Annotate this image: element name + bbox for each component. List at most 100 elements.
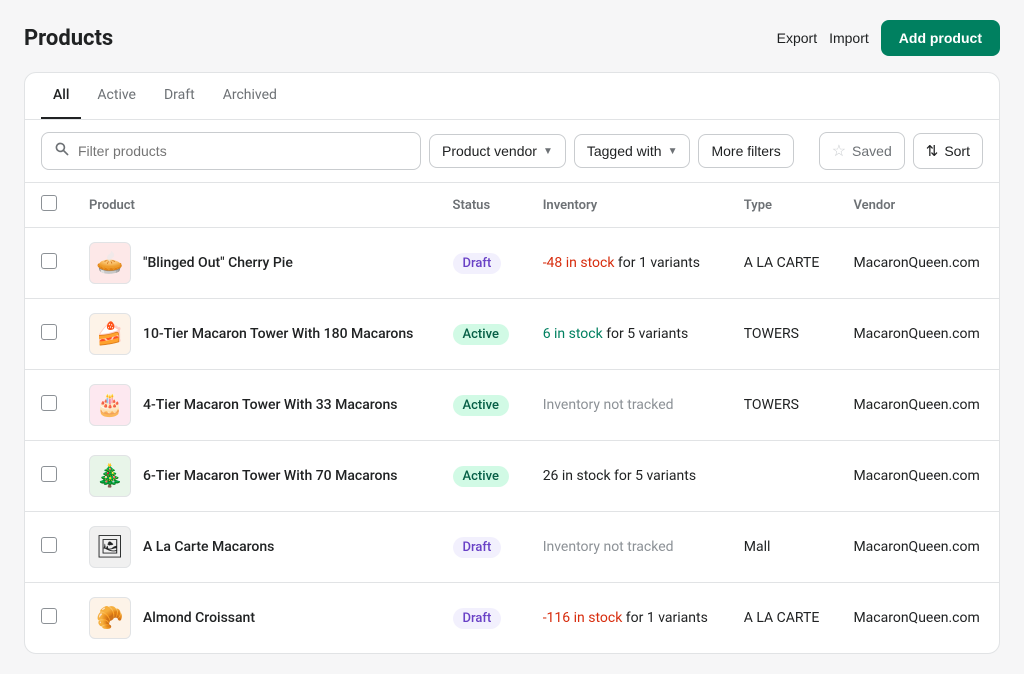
product-vendor: MacaronQueen.com	[853, 326, 979, 342]
product-cell: 🍰 10-Tier Macaron Tower With 180 Macaron…	[73, 299, 437, 370]
type-cell: Mall	[728, 512, 838, 583]
table-row: 🎄 6-Tier Macaron Tower With 70 Macarons …	[25, 441, 999, 512]
table-row: 🥧 "Blinged Out" Cherry Pie Draft-48 in s…	[25, 228, 999, 299]
row-checkbox[interactable]	[41, 253, 57, 269]
status-badge: Draft	[453, 537, 502, 558]
product-thumbnail: 🥐	[89, 597, 131, 639]
product-vendor: MacaronQueen.com	[853, 397, 979, 413]
filters-row: Product vendor ▼ Tagged with ▼ More filt…	[25, 120, 999, 183]
chevron-down-icon: ▼	[543, 146, 553, 157]
products-card: All Active Draft Archived Product vendor…	[24, 72, 1000, 654]
inventory-value: -116 in stock	[543, 610, 623, 626]
search-wrapper[interactable]	[41, 132, 421, 170]
status-badge: Active	[453, 324, 509, 345]
col-status: Status	[437, 183, 527, 228]
vendor-cell: MacaronQueen.com	[837, 299, 999, 370]
row-checkbox[interactable]	[41, 324, 57, 340]
inventory-suffix: for 1 variants	[614, 255, 699, 271]
type-cell: TOWERS	[728, 370, 838, 441]
row-checkbox-cell	[25, 228, 73, 299]
status-badge: Draft	[453, 253, 502, 274]
product-thumbnail: 🎄	[89, 455, 131, 497]
tabs-row: All Active Draft Archived	[25, 73, 999, 120]
type-cell: A LA CARTE	[728, 228, 838, 299]
status-cell: Active	[437, 299, 527, 370]
type-cell	[728, 441, 838, 512]
sort-button[interactable]: ⇅ Sort	[913, 133, 983, 169]
product-vendor: MacaronQueen.com	[853, 539, 979, 555]
inventory-value: 26 in stock for 5 variants	[543, 468, 696, 484]
col-product: Product	[73, 183, 437, 228]
product-thumbnail: 🍰	[89, 313, 131, 355]
add-product-button[interactable]: Add product	[881, 20, 1000, 56]
status-cell: Draft	[437, 228, 527, 299]
inventory-value: 6 in stock	[543, 326, 603, 342]
table-row: 🍰 10-Tier Macaron Tower With 180 Macaron…	[25, 299, 999, 370]
saved-button[interactable]: ☆ Saved	[819, 132, 905, 170]
product-type: Mall	[744, 539, 771, 555]
status-cell: Active	[437, 441, 527, 512]
status-badge: Active	[453, 395, 509, 416]
product-name[interactable]: 4-Tier Macaron Tower With 33 Macarons	[143, 397, 397, 413]
tab-draft[interactable]: Draft	[152, 73, 207, 119]
row-checkbox-cell	[25, 299, 73, 370]
select-all-header[interactable]	[25, 183, 73, 228]
vendor-cell: MacaronQueen.com	[837, 441, 999, 512]
vendor-cell: MacaronQueen.com	[837, 583, 999, 654]
row-checkbox-cell	[25, 512, 73, 583]
product-type: TOWERS	[744, 397, 799, 413]
row-checkbox[interactable]	[41, 395, 57, 411]
search-icon	[54, 141, 70, 161]
type-cell: TOWERS	[728, 299, 838, 370]
product-cell: 🎂 4-Tier Macaron Tower With 33 Macarons	[73, 370, 437, 441]
page-header: Products Export Import Add product	[24, 20, 1000, 56]
col-inventory: Inventory	[527, 183, 728, 228]
tagged-with-filter[interactable]: Tagged with ▼	[574, 134, 691, 168]
row-checkbox[interactable]	[41, 466, 57, 482]
product-name[interactable]: "Blinged Out" Cherry Pie	[143, 255, 293, 271]
chevron-down-icon: ▼	[668, 146, 678, 157]
product-name[interactable]: 6-Tier Macaron Tower With 70 Macarons	[143, 468, 397, 484]
product-name[interactable]: A La Carte Macarons	[143, 539, 274, 555]
product-thumbnail: 🎂	[89, 384, 131, 426]
select-all-checkbox[interactable]	[41, 195, 57, 211]
inventory-value: Inventory not tracked	[543, 539, 674, 555]
type-cell: A LA CARTE	[728, 583, 838, 654]
sort-icon: ⇅	[926, 142, 939, 160]
inventory-cell: 6 in stock for 5 variants	[527, 299, 728, 370]
row-checkbox-cell	[25, 441, 73, 512]
product-cell: 🎄 6-Tier Macaron Tower With 70 Macarons	[73, 441, 437, 512]
inventory-cell: -116 in stock for 1 variants	[527, 583, 728, 654]
products-table: Product Status Inventory Type Vendor 🥧 "…	[25, 183, 999, 653]
row-checkbox[interactable]	[41, 537, 57, 553]
product-cell: 🖼 A La Carte Macarons	[73, 512, 437, 583]
tab-archived[interactable]: Archived	[211, 73, 289, 119]
product-name[interactable]: 10-Tier Macaron Tower With 180 Macarons	[143, 326, 413, 342]
product-type: TOWERS	[744, 326, 799, 342]
inventory-suffix: for 1 variants	[622, 610, 707, 626]
tab-active[interactable]: Active	[85, 73, 148, 119]
export-button[interactable]: Export	[777, 30, 817, 46]
product-type: A LA CARTE	[744, 255, 820, 271]
product-cell: 🥐 Almond Croissant	[73, 583, 437, 654]
inventory-suffix: for 5 variants	[603, 326, 688, 342]
vendor-cell: MacaronQueen.com	[837, 512, 999, 583]
more-filters-button[interactable]: More filters	[698, 134, 793, 168]
product-vendor: MacaronQueen.com	[853, 468, 979, 484]
status-badge: Draft	[453, 608, 502, 629]
header-actions: Export Import Add product	[777, 20, 1000, 56]
inventory-cell: 26 in stock for 5 variants	[527, 441, 728, 512]
search-input[interactable]	[78, 143, 408, 159]
product-thumbnail: 🖼	[89, 526, 131, 568]
col-type: Type	[728, 183, 838, 228]
product-vendor: MacaronQueen.com	[853, 610, 979, 626]
inventory-value: Inventory not tracked	[543, 397, 674, 413]
tab-all[interactable]: All	[41, 73, 81, 119]
product-vendor-filter[interactable]: Product vendor ▼	[429, 134, 566, 168]
vendor-cell: MacaronQueen.com	[837, 370, 999, 441]
star-icon: ☆	[832, 141, 846, 161]
import-button[interactable]: Import	[829, 30, 869, 46]
product-name[interactable]: Almond Croissant	[143, 610, 255, 626]
row-checkbox-cell	[25, 583, 73, 654]
row-checkbox[interactable]	[41, 608, 57, 624]
